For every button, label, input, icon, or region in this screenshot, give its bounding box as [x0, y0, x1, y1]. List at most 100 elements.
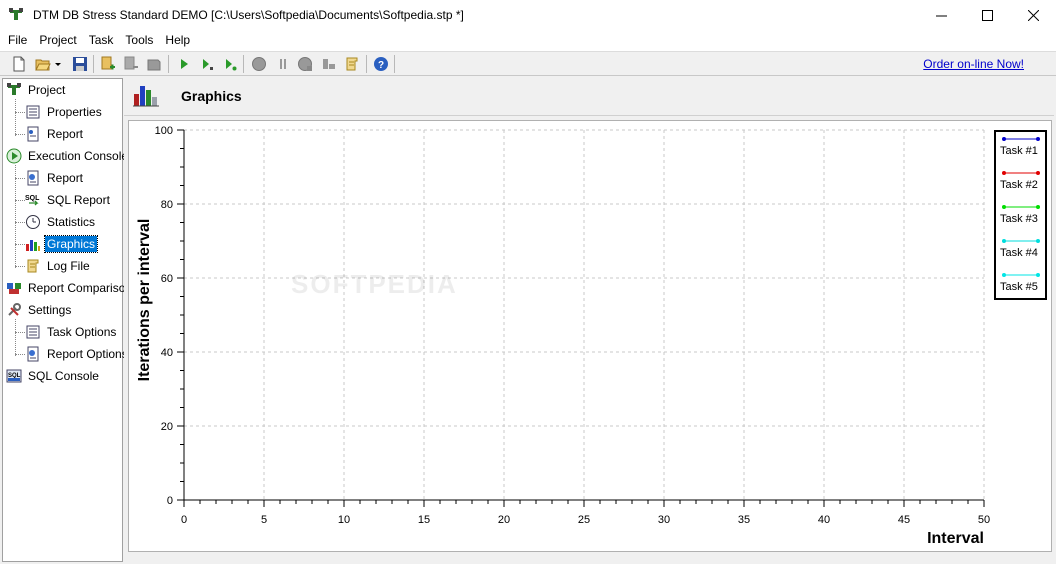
- open-dropdown-button[interactable]: [53, 55, 63, 73]
- tree-item-report-comparison[interactable]: Report Comparison: [6, 278, 134, 298]
- new-file-icon: [13, 56, 25, 72]
- y-axis-label: Iterations per interval: [136, 219, 153, 382]
- open-folder-button[interactable]: [34, 55, 52, 73]
- remove-task-button[interactable]: [122, 55, 140, 73]
- clear-button[interactable]: [320, 55, 338, 73]
- tree-item-project-report[interactable]: Report: [25, 124, 85, 144]
- tree-item-label: Properties: [47, 105, 102, 119]
- chart-area: 0 5 10 15 20 25 30 35 40 45 50 0 20 40 60 80 100 Interval…: [128, 120, 1052, 552]
- run-next-icon: [226, 59, 237, 71]
- x-tick-label: 45: [898, 514, 910, 526]
- tree-item-graphics[interactable]: Graphics: [25, 234, 99, 254]
- tree-item-label: Settings: [28, 303, 72, 317]
- tree-connector: [15, 354, 25, 355]
- menu-file[interactable]: File: [8, 31, 27, 51]
- tree-connector: [15, 266, 25, 267]
- panel-header: Graphics: [124, 78, 1054, 116]
- close-icon: [1027, 10, 1039, 21]
- x-tick-label: 15: [418, 514, 430, 526]
- menu-task[interactable]: Task: [89, 31, 114, 51]
- tree-item-label: Task Options: [47, 325, 117, 339]
- chart-legend: Task #1 Task #2 Task #3 Task #4 Task #5: [994, 130, 1047, 300]
- task-properties-button[interactable]: [145, 55, 163, 73]
- tree-item-sql-console[interactable]: SQL SQL Console: [6, 366, 101, 386]
- run-step-button[interactable]: [198, 55, 216, 73]
- tree-item-properties[interactable]: Properties: [25, 102, 104, 122]
- legend-label: Task #1: [1000, 145, 1038, 157]
- report-options-icon: [25, 346, 41, 362]
- sql-report-icon: SQL: [25, 192, 41, 208]
- tree-item-statistics[interactable]: Statistics: [25, 212, 97, 232]
- x-tick-label: 20: [498, 514, 510, 526]
- maximize-button[interactable]: [964, 0, 1010, 31]
- menu-tools[interactable]: Tools: [125, 31, 153, 51]
- tree-item-label: SQL Console: [28, 369, 99, 383]
- x-tick-label: 25: [578, 514, 590, 526]
- tree-connector: [15, 112, 25, 113]
- tree-connector: [15, 244, 25, 245]
- sql-console-icon: SQL: [6, 368, 22, 384]
- tree-connector: [15, 332, 25, 333]
- settings-icon: [6, 302, 22, 318]
- legend-entry: Task #4: [996, 234, 1045, 268]
- tree-item-log-file[interactable]: Log File: [25, 256, 92, 276]
- tree-item-label: Project: [28, 83, 66, 97]
- tree-item-label: Report: [47, 171, 84, 185]
- tree-connector: [15, 165, 16, 268]
- x-tick-label: 30: [658, 514, 670, 526]
- save-button[interactable]: [71, 55, 89, 73]
- x-tick-label: 50: [978, 514, 990, 526]
- menu-help[interactable]: Help: [165, 31, 190, 51]
- x-tick-label: 10: [338, 514, 350, 526]
- tree-item-report-options[interactable]: Report Options: [25, 344, 130, 364]
- menu-project[interactable]: Project: [39, 31, 76, 51]
- x-tick-label: 40: [818, 514, 830, 526]
- legend-swatch: [1002, 171, 1040, 175]
- svg-text:?: ?: [378, 60, 384, 71]
- remove-task-icon: [124, 56, 138, 70]
- tree-item-project[interactable]: Project: [6, 80, 67, 100]
- script-button[interactable]: [343, 55, 361, 73]
- tree-item-settings[interactable]: Settings: [6, 300, 73, 320]
- run-button[interactable]: [175, 55, 193, 73]
- new-file-button[interactable]: [10, 55, 28, 73]
- tree-item-label: Log File: [47, 259, 90, 273]
- legend-swatch: [1002, 137, 1040, 141]
- minimize-button[interactable]: [918, 0, 964, 31]
- project-icon: [6, 82, 22, 98]
- add-task-button[interactable]: [99, 55, 117, 73]
- run-icon: [181, 59, 188, 69]
- order-online-link[interactable]: Order on-line Now!: [923, 57, 1024, 71]
- log-file-icon: [25, 258, 41, 274]
- pause-button[interactable]: [274, 55, 292, 73]
- window-title: DTM DB Stress Standard DEMO [C:\Users\So…: [33, 8, 464, 22]
- y-tick-label: 20: [161, 421, 173, 433]
- task-options-icon: [25, 324, 41, 340]
- graphics-bar-icon: [25, 236, 41, 252]
- report-icon: [25, 126, 41, 142]
- x-tick-label: 0: [181, 514, 187, 526]
- report-comparison-icon: [6, 280, 22, 296]
- x-tick-label: 5: [261, 514, 267, 526]
- tree-item-label: Statistics: [47, 215, 96, 229]
- stop-button[interactable]: [250, 55, 268, 73]
- tree-connector: [15, 319, 16, 356]
- legend-entry: Task #2: [996, 166, 1045, 200]
- tree-item-task-options[interactable]: Task Options: [25, 322, 118, 342]
- clear-icon: [323, 59, 335, 69]
- close-button[interactable]: [1010, 0, 1056, 31]
- legend-entry: Task #1: [996, 132, 1045, 166]
- x-tick-label: 35: [738, 514, 750, 526]
- toolbar-separator: [93, 55, 94, 73]
- svg-text:SQL: SQL: [25, 195, 40, 202]
- run-next-button[interactable]: [221, 55, 239, 73]
- tree-item-execution-console[interactable]: Execution Console: [6, 146, 130, 166]
- minimize-icon: [935, 15, 947, 17]
- tree-item-sql-report[interactable]: SQL SQL Report: [25, 190, 112, 210]
- tree-item-execution-report[interactable]: Report: [25, 168, 85, 188]
- stop-all-button[interactable]: [296, 55, 314, 73]
- y-tick-label: 100: [155, 125, 173, 137]
- help-icon: ?: [374, 57, 388, 71]
- x-axis-label: Interval: [927, 530, 984, 547]
- help-button[interactable]: ?: [372, 55, 390, 73]
